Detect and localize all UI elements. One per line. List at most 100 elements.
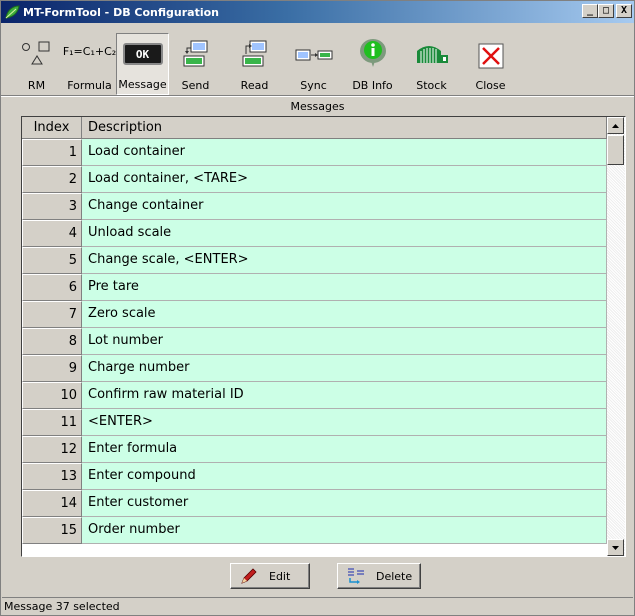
toolbar-message-button[interactable]: OK Message	[116, 33, 169, 95]
table-row[interactable]: 1 Load container	[22, 139, 607, 166]
window-title: MT-FormTool - DB Configuration	[23, 5, 219, 19]
minimize-button[interactable]: _	[582, 4, 598, 18]
column-header-index[interactable]: Index	[22, 117, 82, 139]
row-description-cell[interactable]: Load container, <TARE>	[82, 166, 607, 193]
toolbar-divider	[1, 95, 634, 97]
row-index-cell[interactable]: 11	[22, 409, 82, 436]
row-description-cell[interactable]: Lot number	[82, 328, 607, 355]
send-icon	[183, 40, 207, 67]
row-description-cell[interactable]: Load container	[82, 139, 607, 166]
table-row[interactable]: 5 Change scale, <ENTER>	[22, 247, 607, 274]
edit-button[interactable]: Edit	[230, 563, 310, 589]
table-row[interactable]: 15 Order number	[22, 517, 607, 544]
row-description-cell[interactable]: Enter compound	[82, 463, 607, 490]
row-index-cell[interactable]: 2	[22, 166, 82, 193]
table-row[interactable]: 2 Load container, <TARE>	[22, 166, 607, 193]
title-bar[interactable]: MT-FormTool - DB Configuration _ □ X	[1, 1, 634, 23]
toolbar-close-button[interactable]: Close	[464, 33, 517, 95]
row-index-cell[interactable]: 9	[22, 355, 82, 382]
row-index-cell[interactable]: 6	[22, 274, 82, 301]
app-leaf-icon	[5, 5, 20, 19]
table-row[interactable]: 13 Enter compound	[22, 463, 607, 490]
table-row[interactable]: 10 Confirm raw material ID	[22, 382, 607, 409]
toolbar-sync-button[interactable]: Sync	[287, 33, 340, 95]
table-row[interactable]: 3 Change container	[22, 193, 607, 220]
window-close-button[interactable]: X	[616, 4, 632, 18]
toolbar-send-label: Send	[181, 79, 210, 92]
row-index-cell[interactable]: 15	[22, 517, 82, 544]
vertical-scrollbar[interactable]	[607, 117, 625, 556]
row-description-cell[interactable]: Enter formula	[82, 436, 607, 463]
row-description-cell[interactable]: Change scale, <ENTER>	[82, 247, 607, 274]
toolbar-send-button[interactable]: Send	[169, 33, 222, 95]
table-row[interactable]: 8 Lot number	[22, 328, 607, 355]
table-row[interactable]: 14 Enter customer	[22, 490, 607, 517]
delete-list-icon	[348, 568, 364, 584]
toolbar-close-label: Close	[475, 79, 506, 92]
formula-icon: F₁=C₁+C₂	[62, 45, 117, 58]
table-row[interactable]: 6 Pre tare	[22, 274, 607, 301]
table-row[interactable]: 9 Charge number	[22, 355, 607, 382]
stock-icon	[416, 46, 448, 63]
read-icon	[242, 40, 266, 67]
toolbar-formula-button[interactable]: F₁=C₁+C₂ Formula	[63, 33, 116, 95]
toolbar-read-label: Read	[240, 79, 269, 92]
scroll-thumb[interactable]	[607, 135, 624, 165]
row-index-cell[interactable]: 5	[22, 247, 82, 274]
scroll-up-button[interactable]	[607, 117, 624, 134]
shapes-icon	[21, 41, 49, 65]
edit-button-label: Edit	[269, 569, 291, 583]
toolbar-rm-label: RM	[27, 79, 46, 92]
row-index-cell[interactable]: 13	[22, 463, 82, 490]
toolbar-stock-label: Stock	[416, 79, 447, 92]
row-description-cell[interactable]: Enter customer	[82, 490, 607, 517]
row-index-cell[interactable]: 14	[22, 490, 82, 517]
toolbar-read-button[interactable]: Read	[228, 33, 281, 95]
arrow-up-icon	[612, 123, 619, 128]
row-description-cell[interactable]: Pre tare	[82, 274, 607, 301]
ok-message-icon: OK	[122, 43, 163, 65]
row-index-cell[interactable]: 4	[22, 220, 82, 247]
row-description-cell[interactable]: Change container	[82, 193, 607, 220]
table-row[interactable]: 12 Enter formula	[22, 436, 607, 463]
toolbar-dbinfo-button[interactable]: DB Info	[346, 33, 399, 95]
table-row[interactable]: 4 Unload scale	[22, 220, 607, 247]
toolbar-formula-label: Formula	[67, 79, 112, 92]
toolbar-message-label: Message	[118, 78, 167, 91]
minimize-icon: _	[586, 5, 594, 16]
row-description-cell[interactable]: <ENTER>	[82, 409, 607, 436]
sync-icon	[295, 49, 332, 61]
toolbar-sync-label: Sync	[300, 79, 327, 92]
grid-header: Index Description	[22, 117, 607, 139]
app-window: MT-FormTool - DB Configuration _ □ X RM …	[0, 0, 635, 616]
row-description-cell[interactable]: Unload scale	[82, 220, 607, 247]
toolbar-stock-button[interactable]: Stock	[405, 33, 458, 95]
messages-grid[interactable]: Index Description 1 Load container 2 Load c…	[21, 116, 626, 557]
column-header-description[interactable]: Description	[82, 117, 607, 139]
row-description-cell[interactable]: Order number	[82, 517, 607, 544]
row-index-cell[interactable]: 1	[22, 139, 82, 166]
row-index-cell[interactable]: 12	[22, 436, 82, 463]
ok-message-text: OK	[135, 47, 150, 61]
table-row[interactable]: 7 Zero scale	[22, 301, 607, 328]
scroll-down-button[interactable]	[607, 539, 624, 556]
info-icon	[359, 39, 386, 67]
row-index-cell[interactable]: 10	[22, 382, 82, 409]
row-index-cell[interactable]: 8	[22, 328, 82, 355]
row-description-cell[interactable]: Charge number	[82, 355, 607, 382]
table-row[interactable]: 11 <ENTER>	[22, 409, 607, 436]
row-description-cell[interactable]: Confirm raw material ID	[82, 382, 607, 409]
row-index-cell[interactable]: 3	[22, 193, 82, 220]
row-index-cell[interactable]: 7	[22, 301, 82, 328]
close-icon	[478, 43, 503, 69]
pencil-icon	[241, 568, 257, 584]
maximize-icon: □	[602, 5, 610, 16]
status-bar: Message 37 selected	[2, 597, 633, 615]
delete-button-label: Delete	[376, 569, 413, 583]
row-description-cell[interactable]: Zero scale	[82, 301, 607, 328]
arrow-down-icon	[612, 545, 619, 550]
delete-button[interactable]: Delete	[337, 563, 421, 589]
maximize-button[interactable]: □	[598, 4, 614, 18]
toolbar-rm-button[interactable]: RM	[10, 33, 63, 95]
section-title: Messages	[290, 100, 345, 113]
